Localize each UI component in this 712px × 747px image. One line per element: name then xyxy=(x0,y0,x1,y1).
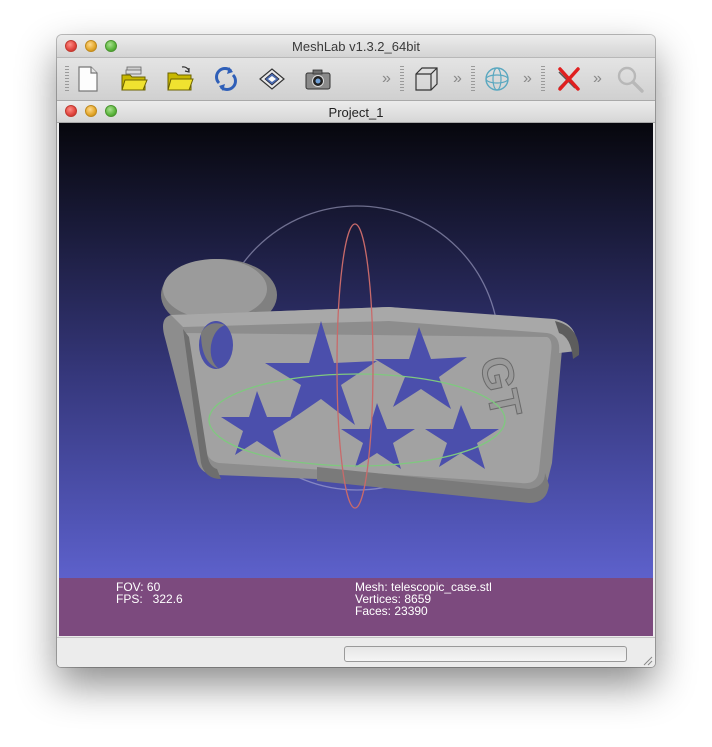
meshlab-window: MeshLab v1.3.2_64bit » » » » Project_1 G… xyxy=(57,35,655,667)
progress-bar xyxy=(344,646,627,662)
3d-viewport[interactable]: GT xyxy=(59,123,653,635)
open-project-icon xyxy=(121,66,148,91)
toolbar-grip[interactable] xyxy=(541,66,545,92)
snapshot-icon xyxy=(305,69,331,90)
face-count: Faces: 23390 xyxy=(355,604,428,618)
new-document-icon xyxy=(78,66,98,92)
status-bar xyxy=(57,637,655,667)
bounding-box-icon xyxy=(415,67,438,91)
new-button[interactable] xyxy=(73,64,103,94)
toolbar-overflow-chevron[interactable]: » xyxy=(382,70,396,88)
magnifier-icon xyxy=(617,66,644,93)
mesh-stats: Mesh: telescopic_case.stl Vertices: 8659… xyxy=(355,581,492,617)
toolbar-overflow-chevron[interactable]: » xyxy=(523,70,537,88)
delete-button[interactable] xyxy=(553,64,583,94)
project-subwindow-titlebar[interactable]: Project_1 xyxy=(57,101,655,123)
trackball-icon xyxy=(485,67,509,91)
main-toolbar: » » » » xyxy=(57,58,655,101)
resize-grip-icon[interactable] xyxy=(641,654,653,666)
case-bump-top xyxy=(163,259,267,319)
toolbar-grip[interactable] xyxy=(400,66,404,92)
reload-button[interactable] xyxy=(211,64,241,94)
trackball-button[interactable] xyxy=(482,64,512,94)
fps-readout: FPS: 322.6 xyxy=(116,592,183,606)
save-button[interactable] xyxy=(257,64,287,94)
window-title: MeshLab v1.3.2_64bit xyxy=(292,39,420,54)
window-titlebar[interactable]: MeshLab v1.3.2_64bit xyxy=(57,35,655,58)
bounding-box-button[interactable] xyxy=(411,64,441,94)
magnifier-button[interactable] xyxy=(615,64,645,94)
reload-icon xyxy=(215,67,237,91)
subwindow-title: Project_1 xyxy=(328,105,384,120)
mesh-info-overlay: FOV: 60 FPS: 322.6 Mesh: telescopic_case… xyxy=(59,578,653,636)
mesh-render: GT xyxy=(161,205,580,509)
open-project-button[interactable] xyxy=(119,64,149,94)
toolbar-grip[interactable] xyxy=(65,66,69,92)
toolbar-overflow-chevron[interactable]: » xyxy=(593,70,607,88)
save-icon xyxy=(259,68,285,90)
delete-icon xyxy=(558,67,580,91)
open-mesh-icon xyxy=(167,66,194,91)
toolbar-overflow-chevron[interactable]: » xyxy=(453,70,467,88)
open-mesh-button[interactable] xyxy=(165,64,195,94)
render-stats: FOV: 60 FPS: 322.6 xyxy=(116,581,183,605)
toolbar-grip[interactable] xyxy=(471,66,475,92)
snapshot-button[interactable] xyxy=(303,64,333,94)
